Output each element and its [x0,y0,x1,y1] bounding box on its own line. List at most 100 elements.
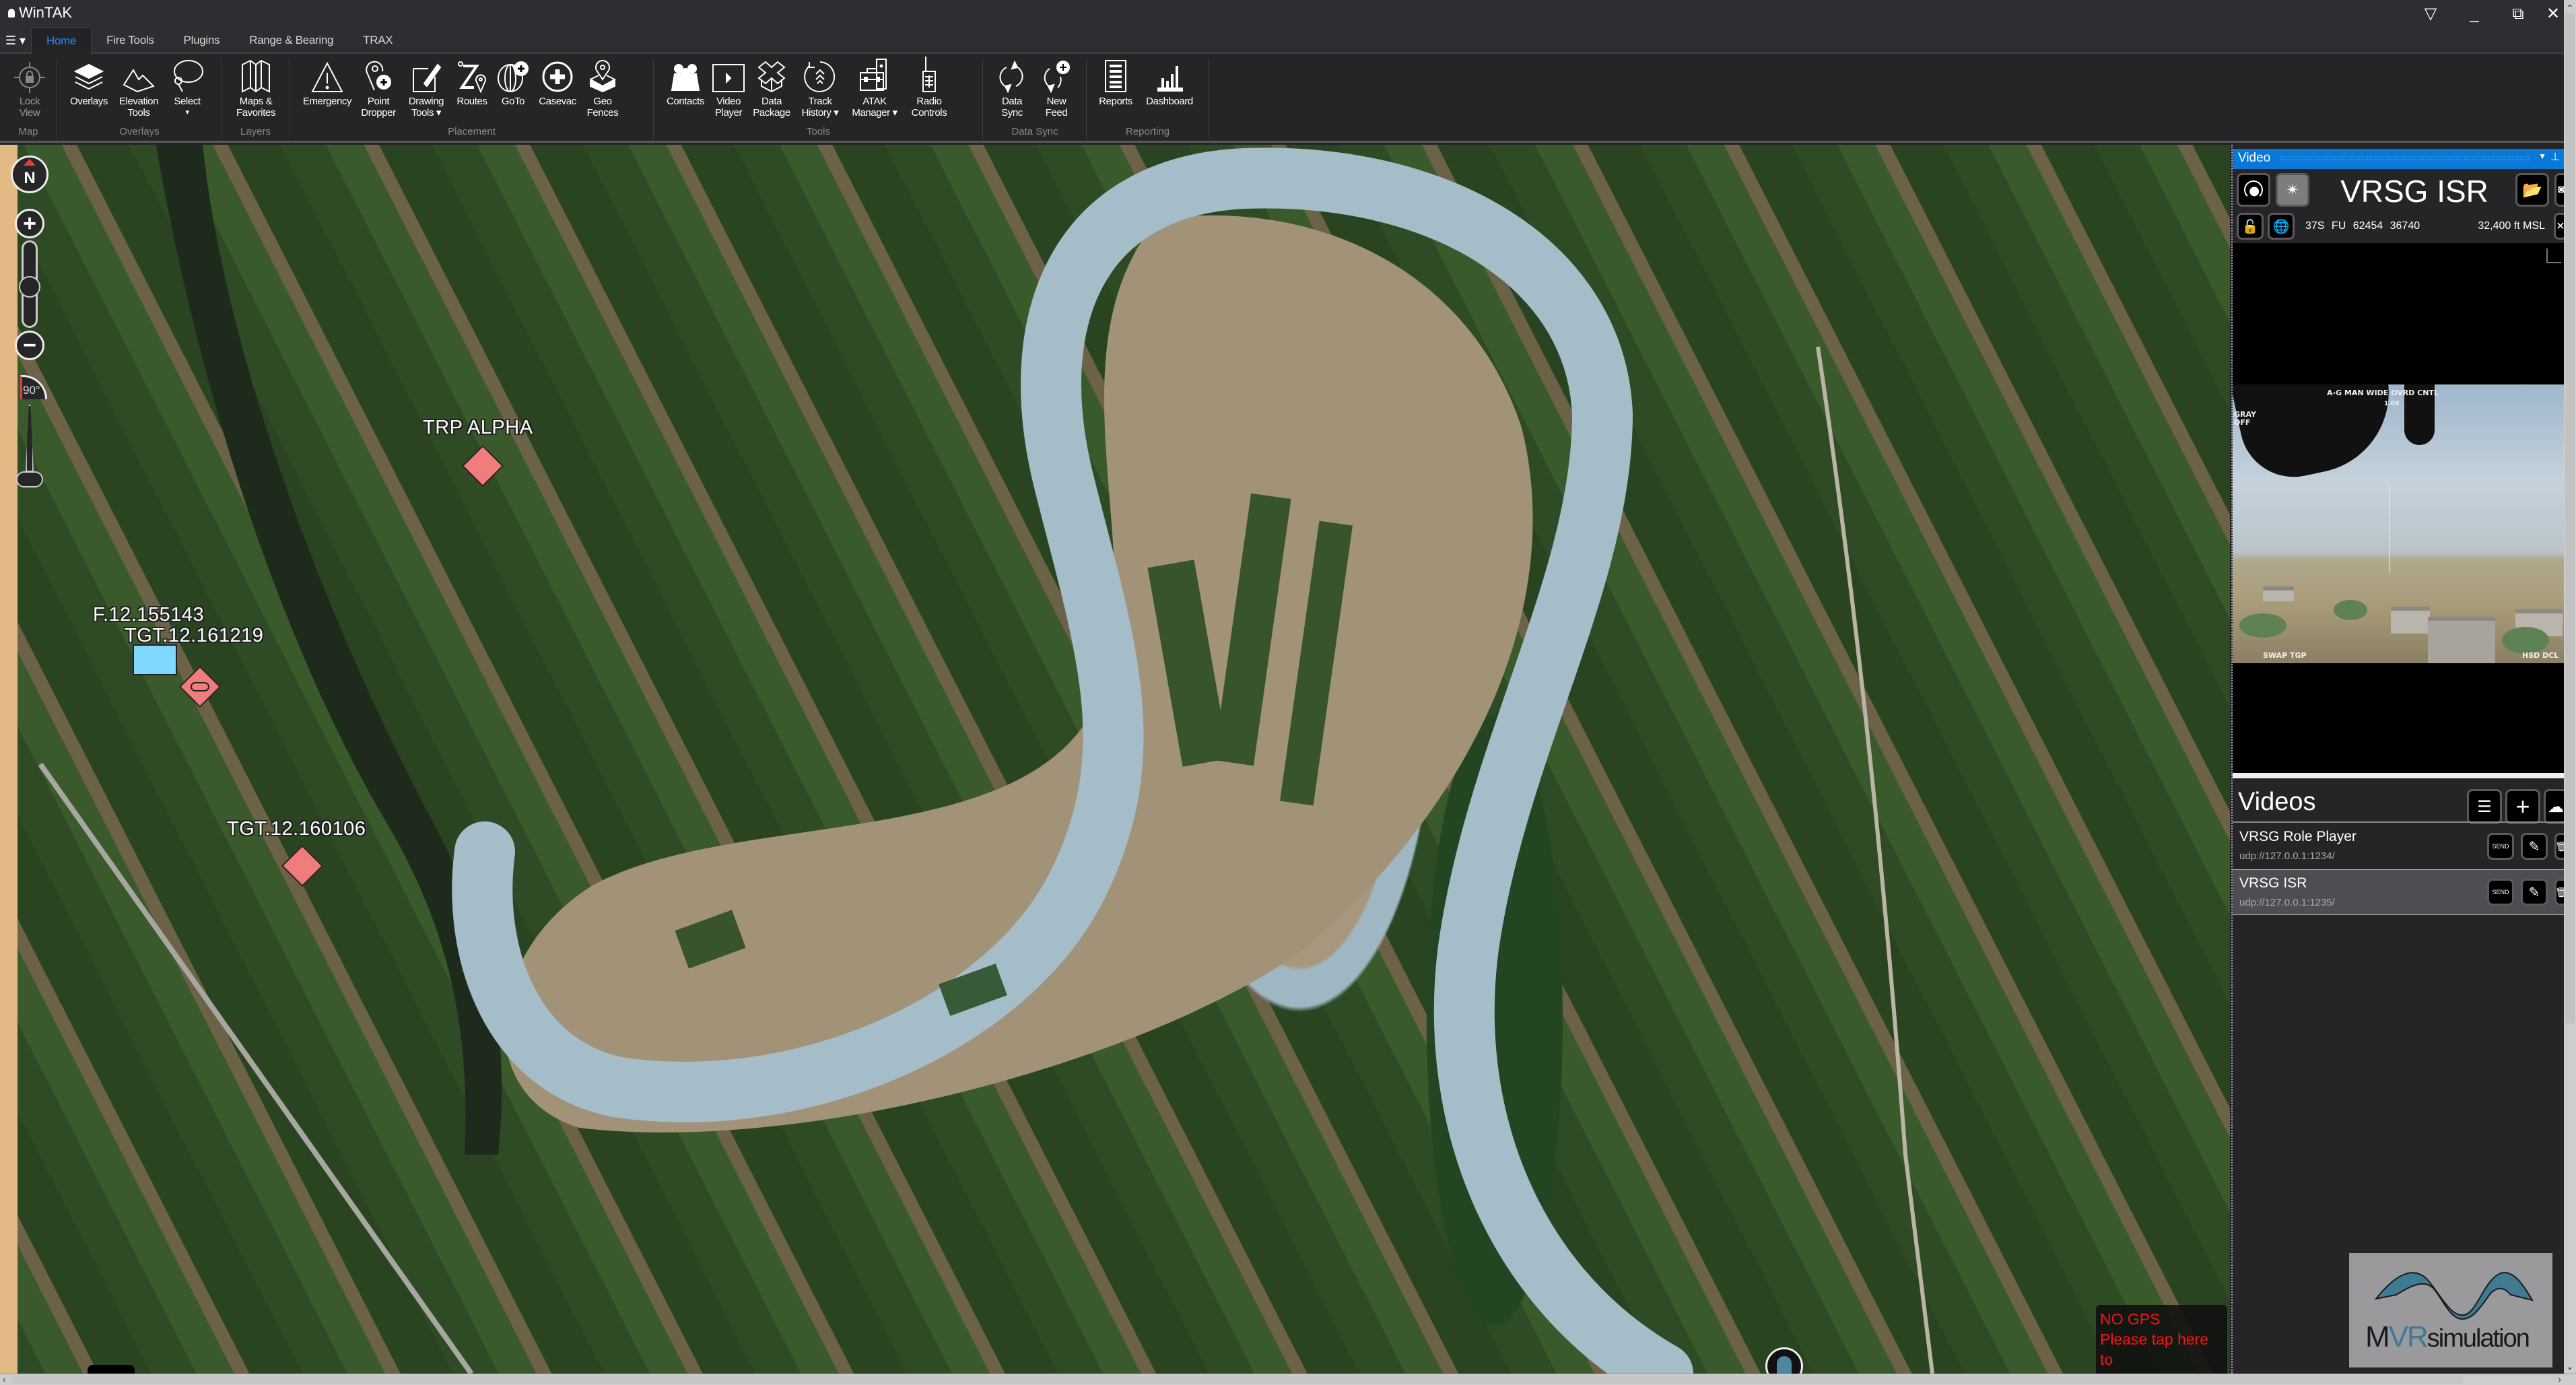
new-feed-label-2: Feed [1045,107,1068,119]
horizontal-scrollbar[interactable]: ‹ › [0,1374,2576,1385]
maps-favorites-button[interactable]: Maps & Favorites [229,59,283,119]
video-tree [2239,613,2286,638]
video-display[interactable]: A-G MAN WIDE OVRD CNTL 1.0X GRAY OFF SWA… [2233,243,2564,773]
point-dropper-button[interactable]: Point Dropper [358,61,399,119]
popout-icon[interactable] [2546,248,2561,263]
scroll-down-icon[interactable]: ⌄ [2566,1361,2574,1372]
data-package-label-2: Package [753,107,790,119]
video-list-item-selected[interactable]: VRSG ISR udp://127.0.0.1:1235/ SEND ✎ 🗑 [2233,869,2568,915]
zoom-slider-thumb[interactable] [19,276,40,298]
videos-title: Videos [2238,788,2316,816]
add-video-button[interactable]: + [2505,789,2540,824]
globe-button[interactable]: 🌐 [2268,213,2295,240]
open-folder-button[interactable]: 📂 [2515,173,2549,207]
minimize-button[interactable]: _ [2458,3,2491,26]
video-player-button[interactable]: Video Player [711,62,746,119]
zoom-in-button[interactable]: + [15,209,44,238]
radio-controls-button[interactable]: Radio Controls [905,57,953,119]
contacts-button[interactable]: Contacts [661,62,710,107]
friendly-marker[interactable] [133,644,177,675]
zoom-out-button[interactable]: − [15,331,44,360]
group-label-map: Map [18,126,38,137]
compass-toggle-button[interactable]: ✴ [2276,173,2309,207]
goto-button[interactable]: GoTo [495,61,531,107]
reports-button[interactable]: Reports [1093,60,1139,107]
send-video-button[interactable]: SEND [2487,833,2514,860]
new-feed-button[interactable]: New Feed [1036,61,1077,119]
tab-range-bearing[interactable]: Range & Bearing [234,27,348,54]
lock-view-button[interactable]: Lock View [9,62,50,119]
video-splitter[interactable] [2233,773,2564,778]
point-dropper-label-1: Point [367,96,390,107]
zoom-slider[interactable] [19,240,40,328]
video-panel-header[interactable]: Video ▼ ⊥ [2233,149,2564,169]
dashboard-button[interactable]: Dashboard [1140,62,1199,107]
maps-favorites-label-1: Maps & [239,96,273,107]
vertical-scrollbar[interactable]: ⌃ ⌄ [2564,0,2576,1374]
horizontal-scroll-thumb[interactable] [12,1376,2463,1384]
main-menu-button[interactable]: ☰ ▾ [0,27,31,54]
panel-pin-icon[interactable]: ⊥ [2550,150,2560,164]
emergency-button[interactable]: Emergency [298,62,356,107]
scroll-up-icon[interactable]: ⌃ [2566,3,2574,14]
routes-label: Routes [456,96,487,107]
restore-button[interactable]: ⧉ [2501,3,2535,26]
overlays-button[interactable]: Overlays [66,62,112,107]
no-gps-notice[interactable]: NO GPS Please tap here to set your locat… [2096,1305,2227,1385]
panel-drag-grip[interactable] [2280,156,2530,162]
tab-trax[interactable]: TRAX [348,27,407,54]
drawing-tools-button[interactable]: Drawing Tools ▾ [405,62,448,119]
casevac-button[interactable]: Casevac [534,61,581,107]
geo-fences-label-1: Geo [593,96,612,107]
no-gps-title: NO GPS [2100,1310,2161,1328]
close-button[interactable]: ✕ [2542,3,2565,26]
edit-video-button[interactable]: ✎ [2521,879,2548,906]
hud-crosshair [2389,485,2390,573]
video-url: udp://127.0.0.1:1235/ [2239,897,2335,908]
lock-button[interactable]: 🔓 [2237,213,2264,240]
overlays-label: Overlays [70,96,108,107]
select-button[interactable]: Select ▾ [167,60,207,119]
elevation-tools-button[interactable]: Elevation Tools [114,62,163,119]
goto-label: GoTo [501,96,525,107]
track-history-button[interactable]: Track History ▾ [796,61,844,119]
data-package-button[interactable]: Data Package [749,61,794,119]
video-panel-title: Video [2238,151,2271,165]
video-list-options-button[interactable]: ☰ [2467,789,2502,824]
new-feed-icon [1036,61,1077,93]
new-feed-label-1: New [1046,96,1066,107]
edit-video-button[interactable]: ✎ [2521,833,2548,860]
select-dropdown-caret: ▾ [185,108,189,116]
compass-button[interactable]: N [11,156,48,193]
marker-label-friendly: F.12.155143 [93,604,205,626]
video-building [2391,607,2430,634]
vertical-scroll-thumb[interactable] [2565,13,2575,1023]
tilt-slider-thumb[interactable] [16,471,43,487]
pin-add-icon [358,61,399,93]
compass-star-icon: ✴ [2285,180,2300,199]
map-view[interactable]: N + − 90° TRP ALPHA F.12.155143 TGT.12.1… [0,145,2230,1374]
video-list-item[interactable]: VRSG Role Player udp://127.0.0.1:1234/ S… [2233,823,2568,869]
geo-fences-button[interactable]: Geo Fences [582,60,623,119]
group-label-layers: Layers [240,126,271,137]
elevation-tools-label-2: Tools [127,107,150,119]
self-position-icon [1777,1356,1792,1374]
filter-icon[interactable]: ▽ [2414,3,2447,26]
tab-fire-tools[interactable]: Fire Tools [92,27,168,54]
hud-zoom: 1.0X [2384,401,2400,407]
ribbon-tabs: ☰ ▾ Home Fire Tools Plugins Range & Bear… [0,27,407,54]
video-frame: A-G MAN WIDE OVRD CNTL 1.0X GRAY OFF SWA… [2233,384,2564,663]
scroll-left-icon[interactable]: ‹ [3,1374,6,1384]
data-sync-button[interactable]: Data Sync [992,61,1032,119]
panel-dropdown-icon[interactable]: ▼ [2538,151,2546,161]
tab-home[interactable]: Home [31,27,92,54]
send-video-button[interactable]: SEND [2487,879,2514,906]
atak-manager-button[interactable]: ATAK Manager ▾ [847,59,902,119]
ribbon-group-data-sync: Data Sync New Feed Data Sync [984,59,1087,139]
sensor-fov-button[interactable] [2237,173,2270,207]
tab-plugins[interactable]: Plugins [169,27,235,54]
checklist-icon: ☰ [2477,797,2492,816]
sync-icon [992,61,1032,93]
routes-button[interactable]: Routes [452,61,492,107]
scroll-right-icon[interactable]: › [2558,1374,2561,1384]
